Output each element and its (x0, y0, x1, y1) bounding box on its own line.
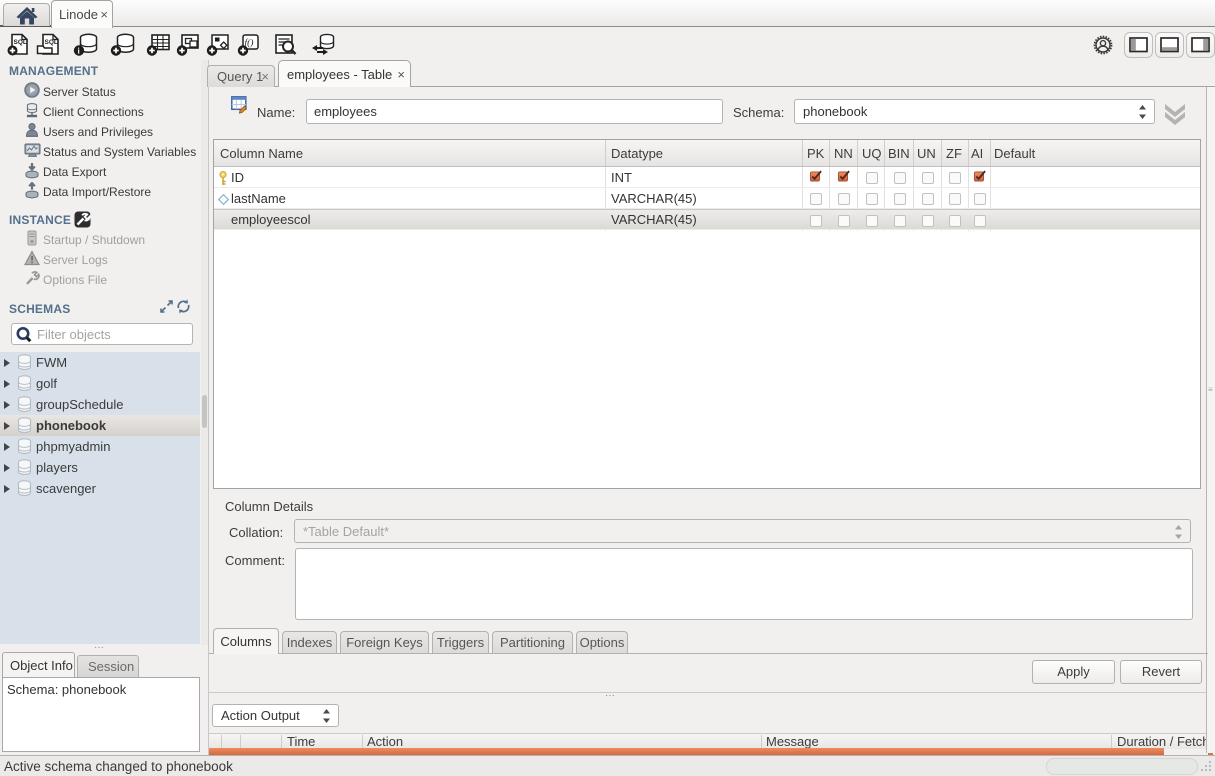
svg-text:SQL: SQL (45, 39, 58, 46)
svg-text:SQL: SQL (14, 39, 27, 46)
